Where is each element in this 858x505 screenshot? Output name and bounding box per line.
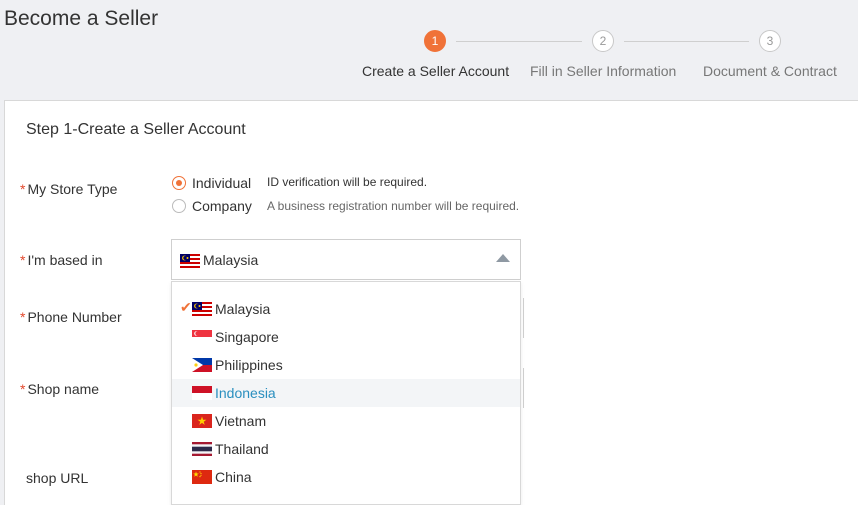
philippines-flag-icon xyxy=(192,358,212,372)
dropdown-option-label: Vietnam xyxy=(215,413,267,429)
dropdown-option-thailand[interactable]: Thailand xyxy=(172,435,520,463)
step-3-label: Document & Contract xyxy=(703,63,837,79)
shop-name-label: * Shop name xyxy=(20,381,100,397)
individual-description: ID verification will be required. xyxy=(267,175,428,189)
indonesia-flag-icon xyxy=(192,386,212,400)
vietnam-flag-icon xyxy=(192,414,212,428)
step-connector xyxy=(456,41,582,42)
individual-radio[interactable] xyxy=(172,176,186,190)
shop-name-input[interactable] xyxy=(521,368,524,408)
step-3-indicator: 3 xyxy=(759,30,781,52)
dropdown-option-indonesia[interactable]: Indonesia xyxy=(172,379,520,407)
dropdown-option-label: Indonesia xyxy=(215,385,276,401)
step-connector xyxy=(624,41,749,42)
dropdown-option-china[interactable]: China xyxy=(172,463,520,491)
company-radio-label[interactable]: Company xyxy=(192,198,252,214)
shop-url-label: shop URL xyxy=(26,470,89,486)
malaysia-flag-icon xyxy=(192,302,212,316)
country-dropdown: ✔ Malaysia Singapore Philippines Indones… xyxy=(171,281,521,505)
step-2-indicator: 2 xyxy=(592,30,614,52)
malaysia-flag-icon xyxy=(180,254,200,268)
progress-steps: 1 2 3 Create a Seller Account Fill in Se… xyxy=(0,0,858,100)
required-mark: * xyxy=(20,381,26,397)
step-2-label: Fill in Seller Information xyxy=(530,63,677,79)
caret-up-icon xyxy=(496,254,510,262)
singapore-flag-icon xyxy=(192,330,212,344)
check-icon: ✔ xyxy=(180,299,192,315)
required-mark: * xyxy=(20,309,26,325)
individual-radio-label[interactable]: Individual xyxy=(192,175,251,191)
required-mark: * xyxy=(20,181,26,197)
company-radio[interactable] xyxy=(172,199,186,213)
china-flag-icon xyxy=(192,470,212,484)
step-1-label: Create a Seller Account xyxy=(362,63,510,79)
form-panel: Step 1-Create a Seller Account * My Store… xyxy=(4,100,858,505)
required-mark: * xyxy=(20,252,26,268)
dropdown-option-label: Malaysia xyxy=(215,301,271,317)
dropdown-option-vietnam[interactable]: Vietnam xyxy=(172,407,520,435)
country-select[interactable]: Malaysia xyxy=(171,239,521,280)
dropdown-option-label: Thailand xyxy=(215,441,269,457)
dropdown-option-philippines[interactable]: Philippines xyxy=(172,351,520,379)
dropdown-option-label: China xyxy=(215,469,252,485)
store-type-label: * My Store Type xyxy=(20,181,118,197)
thailand-flag-icon xyxy=(192,442,212,456)
based-in-label: * I'm based in xyxy=(20,252,103,268)
section-title: Step 1-Create a Seller Account xyxy=(26,121,246,138)
dropdown-option-singapore[interactable]: Singapore xyxy=(172,323,520,351)
step-1-indicator: 1 xyxy=(424,30,446,52)
phone-label: * Phone Number xyxy=(20,309,122,325)
company-description: A business registration number will be r… xyxy=(267,199,520,213)
dropdown-option-label: Singapore xyxy=(215,329,279,345)
phone-input[interactable] xyxy=(521,298,524,338)
dropdown-option-label: Philippines xyxy=(215,357,283,373)
selected-country: Malaysia xyxy=(203,252,259,268)
dropdown-option-malaysia[interactable]: ✔ Malaysia xyxy=(172,295,520,323)
